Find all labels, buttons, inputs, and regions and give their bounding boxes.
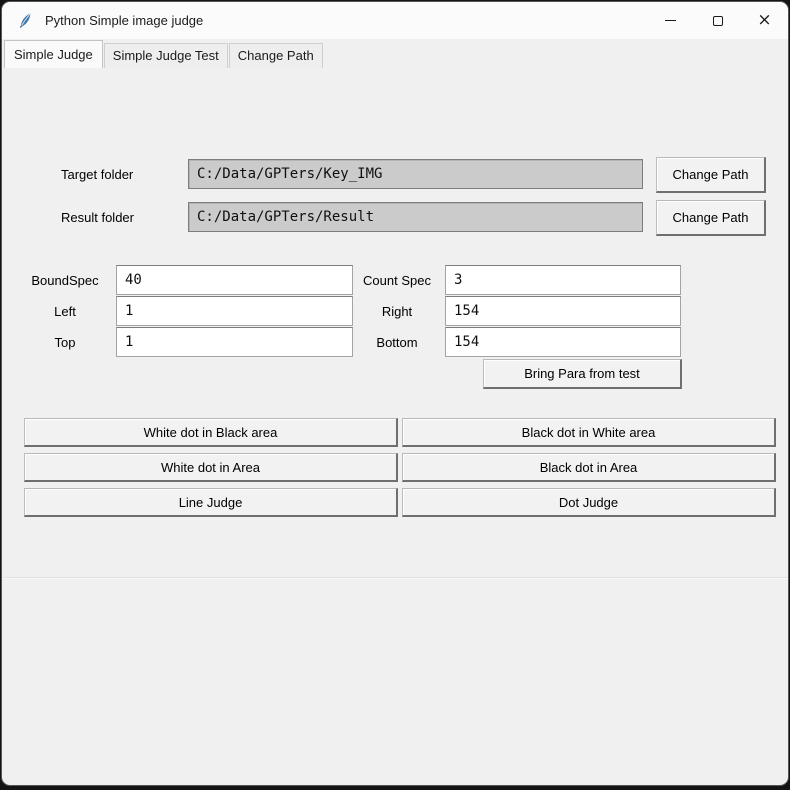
right-label: Right <box>381 304 413 319</box>
top-field[interactable] <box>116 327 353 357</box>
tab-bar: Simple Judge Simple Judge Test Change Pa… <box>2 39 788 68</box>
tab-simple-judge[interactable]: Simple Judge <box>4 40 103 68</box>
boundspec-label: BoundSpec <box>31 273 99 288</box>
left-label: Left <box>54 304 76 319</box>
bottom-label: Bottom <box>376 335 418 350</box>
line-judge-button[interactable]: Line Judge <box>24 488 398 517</box>
result-change-path-button[interactable]: Change Path <box>656 200 766 236</box>
minimize-icon <box>665 20 676 21</box>
close-button[interactable]: × <box>741 2 788 39</box>
result-folder-path-field[interactable] <box>188 202 643 232</box>
close-icon: × <box>757 10 772 30</box>
target-change-path-button[interactable]: Change Path <box>656 157 766 193</box>
dot-judge-button[interactable]: Dot Judge <box>402 488 776 517</box>
simple-judge-panel: Target folder Change Path Result folder … <box>2 68 788 785</box>
bring-para-from-test-button[interactable]: Bring Para from test <box>483 359 682 389</box>
black-dot-in-white-area-button[interactable]: Black dot in White area <box>402 418 776 447</box>
white-dot-in-area-button[interactable]: White dot in Area <box>24 453 398 482</box>
window-controls: × <box>647 2 788 39</box>
tab-simple-judge-test[interactable]: Simple Judge Test <box>103 43 228 68</box>
white-dot-in-black-area-button[interactable]: White dot in Black area <box>24 418 398 447</box>
window-title: Python Simple image judge <box>45 13 204 28</box>
target-folder-label: Target folder <box>61 167 134 182</box>
black-dot-in-area-button[interactable]: Black dot in Area <box>402 453 776 482</box>
tab-change-path[interactable]: Change Path <box>228 43 323 68</box>
bottom-field[interactable] <box>445 327 681 357</box>
boundspec-field[interactable] <box>116 265 353 295</box>
maximize-button[interactable] <box>694 2 741 39</box>
app-window: Python Simple image judge × Simple Judge… <box>1 1 789 786</box>
countspec-label: Count Spec <box>363 273 431 288</box>
right-field[interactable] <box>445 296 681 326</box>
top-label: Top <box>54 335 76 350</box>
titlebar: Python Simple image judge × <box>2 2 788 39</box>
countspec-field[interactable] <box>445 265 681 295</box>
pane-divider-highlight <box>2 578 788 579</box>
left-field[interactable] <box>116 296 353 326</box>
maximize-icon <box>712 15 723 26</box>
target-folder-path-field[interactable] <box>188 159 643 189</box>
python-feather-icon <box>19 13 31 28</box>
minimize-button[interactable] <box>647 2 694 39</box>
result-folder-label: Result folder <box>61 210 134 225</box>
